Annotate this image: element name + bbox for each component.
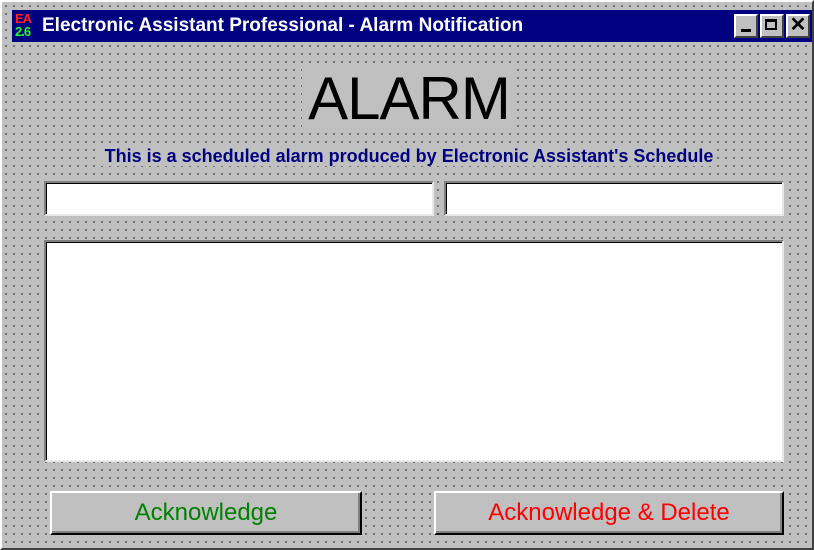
acknowledge-delete-button[interactable]: Acknowledge & Delete bbox=[434, 491, 784, 535]
maximize-button[interactable] bbox=[760, 14, 784, 38]
alarm-window: EA 2.6 Electronic Assistant Professional… bbox=[0, 0, 814, 550]
app-logo-icon[interactable]: EA 2.6 bbox=[14, 12, 36, 40]
window-title: Electronic Assistant Professional - Alar… bbox=[42, 15, 524, 36]
alarm-heading: ALARM bbox=[2, 65, 814, 132]
alarm-date-field[interactable] bbox=[44, 181, 434, 216]
alarm-subtitle-text: This is a scheduled alarm produced by El… bbox=[100, 146, 718, 166]
minimize-button[interactable] bbox=[734, 14, 758, 38]
alarm-subtitle: This is a scheduled alarm produced by El… bbox=[2, 146, 814, 167]
close-icon: ✕ bbox=[789, 14, 807, 36]
alarm-message-area[interactable] bbox=[44, 240, 784, 462]
maximize-icon bbox=[765, 19, 777, 30]
acknowledge-button[interactable]: Acknowledge bbox=[50, 491, 362, 535]
title-bar[interactable]: EA 2.6 Electronic Assistant Professional… bbox=[12, 10, 812, 42]
close-button[interactable]: ✕ bbox=[786, 14, 810, 38]
app-icon-bottom-text: 2.6 bbox=[15, 24, 31, 39]
alarm-heading-text: ALARM bbox=[302, 65, 516, 132]
minimize-icon bbox=[741, 29, 751, 32]
alarm-time-field[interactable] bbox=[444, 181, 784, 216]
